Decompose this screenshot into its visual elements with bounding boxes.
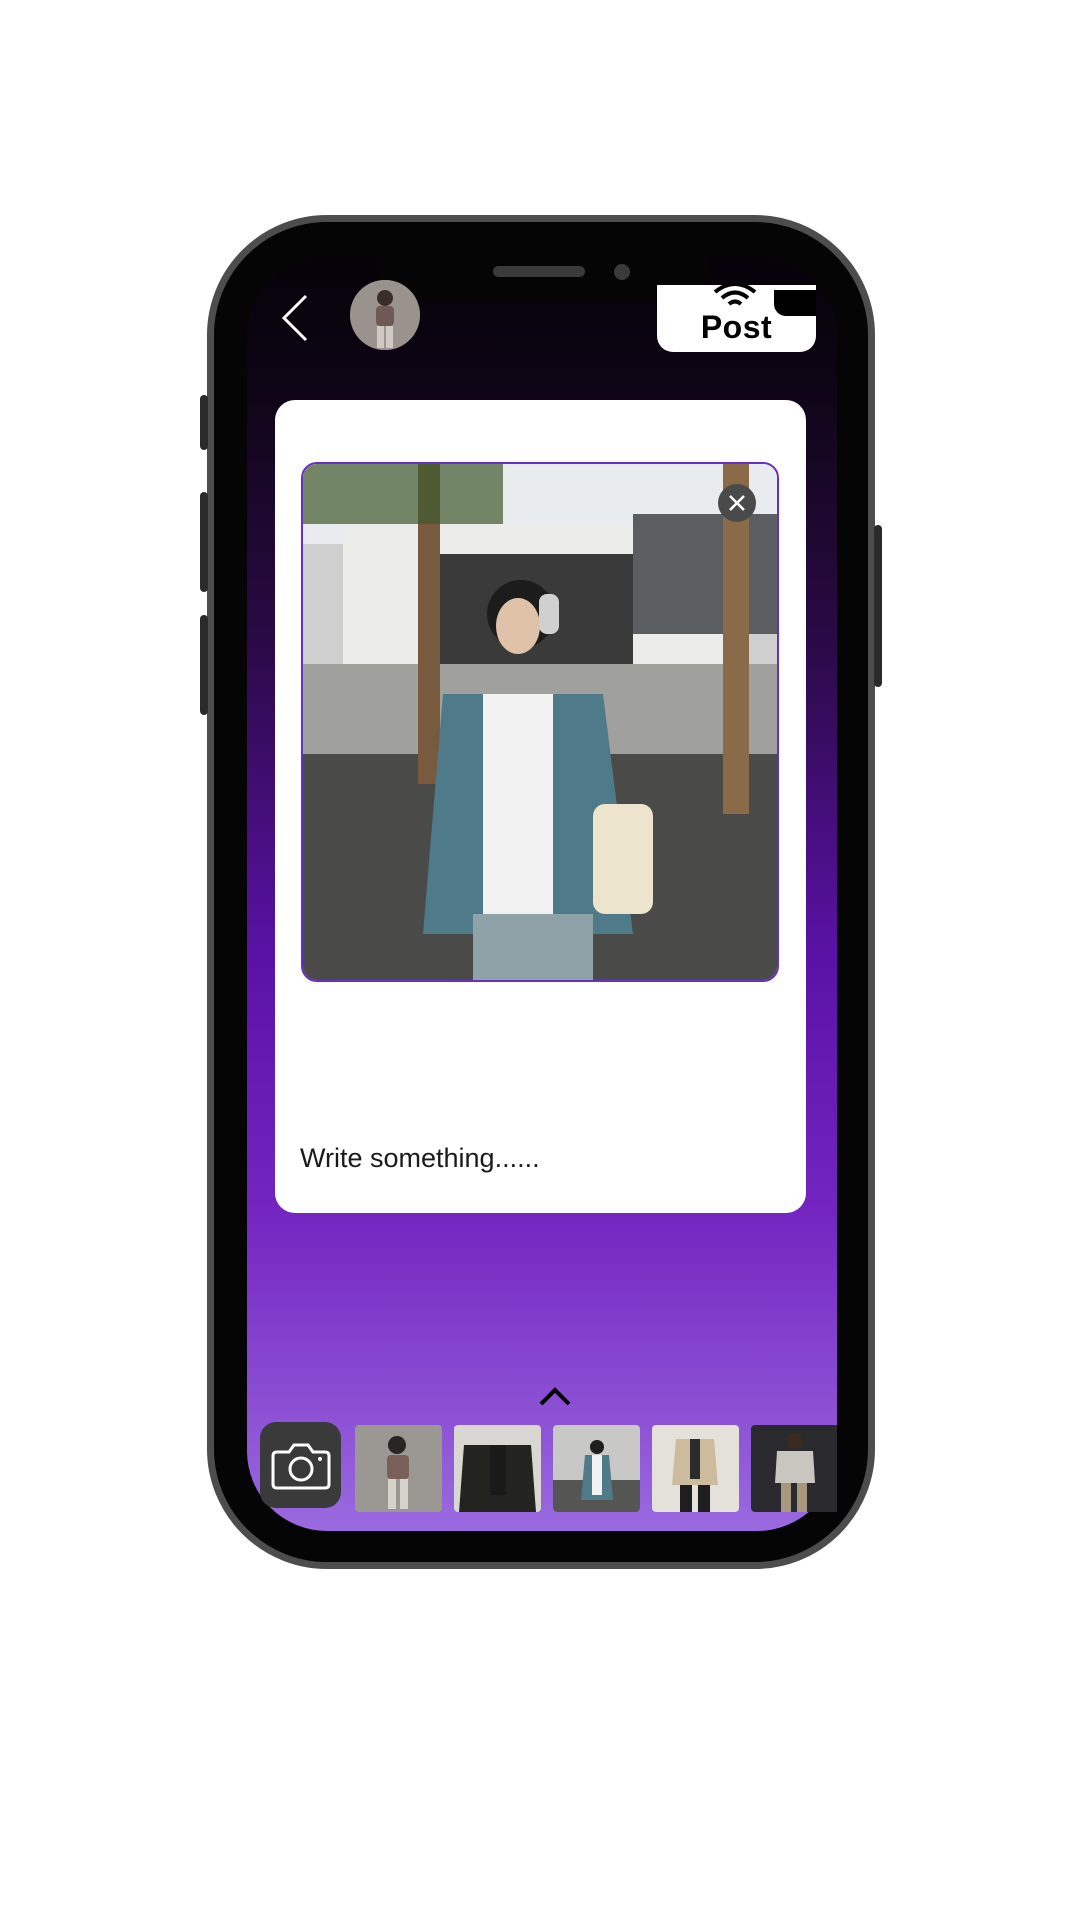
thumbnail-image [652,1425,739,1512]
thumbnail-image [454,1425,541,1512]
post-text-input[interactable]: Write something...... [300,1143,540,1174]
close-icon [729,495,745,511]
gallery-thumbnail[interactable] [454,1425,541,1512]
attached-photo[interactable] [301,462,779,982]
front-camera [614,264,630,280]
gallery-thumbnail[interactable] [652,1425,739,1512]
gallery-thumbnail[interactable] [553,1425,640,1512]
chevron-up-icon[interactable] [538,1385,572,1407]
thumbnail-image [355,1425,442,1512]
photo-content [303,464,777,980]
back-button[interactable] [278,290,318,346]
phone-speaker [493,266,585,277]
notch-overlap [774,290,816,316]
gallery-thumbnail[interactable] [751,1425,837,1512]
thumbnail-image [751,1425,837,1512]
avatar[interactable] [350,280,420,350]
camera-icon [271,1443,330,1490]
post-button-label: Post [700,309,773,345]
wifi-icon [713,282,757,306]
avatar-photo [350,280,420,350]
camera-button[interactable] [260,1422,341,1508]
phone-side-button [200,492,208,592]
thumbnail-image [553,1425,640,1512]
phone-side-button [200,395,208,450]
phone-side-button [874,525,882,687]
phone-side-button [200,615,208,715]
gallery-thumbnail[interactable] [355,1425,442,1512]
chevron-left-icon [281,294,308,342]
remove-photo-button[interactable] [718,484,756,522]
